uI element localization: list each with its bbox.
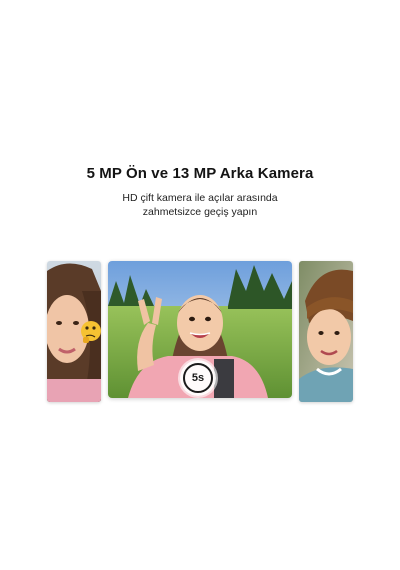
self-timer-button[interactable]: 5s — [180, 360, 216, 396]
left-selfie-photo — [47, 261, 101, 402]
page-subtitle: HD çift kamera ile açılar arasında zahme… — [0, 191, 400, 219]
timer-label: 5s — [183, 363, 213, 393]
page-title: 5 MP Ön ve 13 MP Arka Kamera — [86, 165, 314, 182]
subtitle-line-1: HD çift kamera ile açılar arasında — [122, 192, 278, 204]
right-boy-photo — [299, 261, 353, 402]
subtitle-line-2: zahmetsizce geçiş yapın — [142, 206, 258, 218]
